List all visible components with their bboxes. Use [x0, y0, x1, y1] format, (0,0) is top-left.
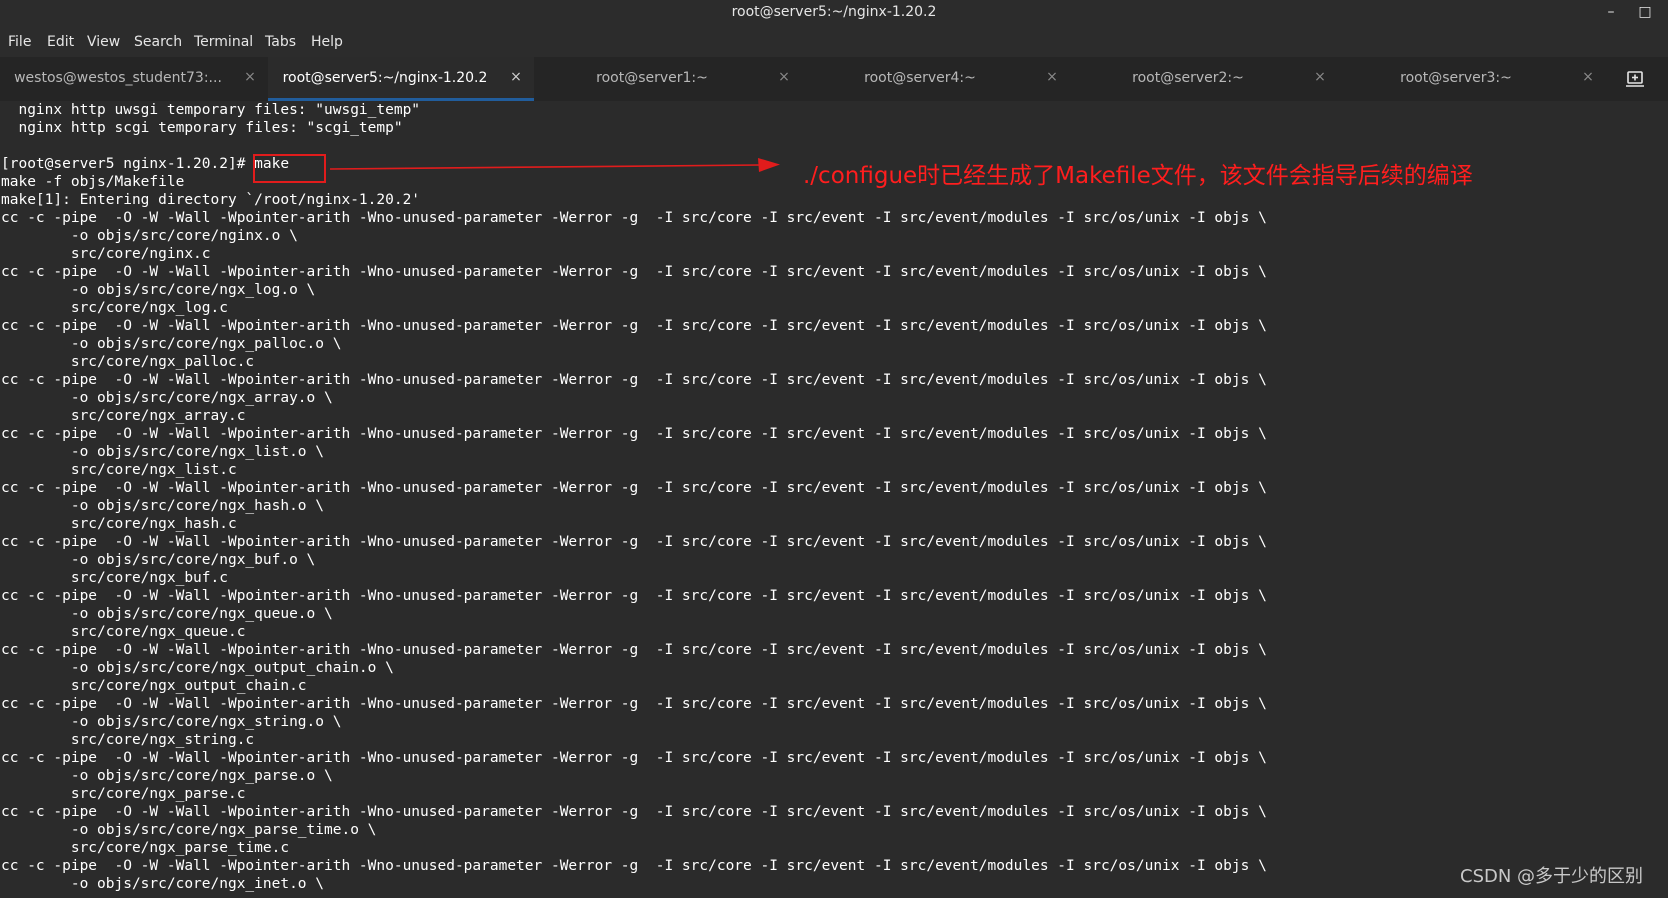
- menu-file[interactable]: File: [8, 34, 31, 50]
- tab-label: root@server1:~: [596, 70, 708, 86]
- terminal-line: cc -c -pipe -O -W -Wall -Wpointer-arith …: [1, 426, 1267, 442]
- tab-server2[interactable]: root@server2:~ ×: [1070, 57, 1338, 101]
- close-icon[interactable]: ×: [242, 69, 258, 85]
- terminal-line: cc -c -pipe -O -W -Wall -Wpointer-arith …: [1, 642, 1267, 658]
- terminal-line: src/core/ngx_buf.c: [1, 570, 228, 586]
- terminal-line: cc -c -pipe -O -W -Wall -Wpointer-arith …: [1, 318, 1267, 334]
- terminal-line: src/core/ngx_parse.c: [1, 786, 246, 802]
- terminal-line: -o objs/src/core/ngx_log.o \: [1, 282, 316, 298]
- terminal-line: cc -c -pipe -O -W -Wall -Wpointer-arith …: [1, 588, 1267, 604]
- terminal-line: src/core/ngx_string.c: [1, 732, 255, 748]
- minimize-button[interactable]: –: [1596, 0, 1626, 25]
- terminal-line: cc -c -pipe -O -W -Wall -Wpointer-arith …: [1, 480, 1267, 496]
- menu-terminal[interactable]: Terminal: [194, 34, 253, 50]
- menu-search[interactable]: Search: [134, 34, 182, 50]
- tab-bar: westos@westos_student73:... × root@serve…: [0, 57, 1668, 102]
- command-highlight-box: [253, 154, 326, 183]
- terminal-line: src/core/ngx_palloc.c: [1, 354, 255, 370]
- terminal-line: cc -c -pipe -O -W -Wall -Wpointer-arith …: [1, 210, 1267, 226]
- tab-label: root@server3:~: [1400, 70, 1512, 86]
- terminal-line: src/core/ngx_parse_time.c: [1, 840, 290, 856]
- terminal-line: src/core/ngx_hash.c: [1, 516, 237, 532]
- terminal-line: src/core/ngx_list.c: [1, 462, 237, 478]
- terminal-line: -o objs/src/core/ngx_hash.o \: [1, 498, 325, 514]
- menu-edit[interactable]: Edit: [47, 34, 74, 50]
- menu-tabs[interactable]: Tabs: [265, 34, 296, 50]
- annotation-arrow-icon: [330, 158, 780, 172]
- tab-label: westos@westos_student73:...: [14, 70, 222, 86]
- tab-server5[interactable]: root@server5:~/nginx-1.20.2 ×: [268, 57, 534, 101]
- terminal-line: -o objs/src/core/ngx_parse.o \: [1, 768, 333, 784]
- terminal-line: cc -c -pipe -O -W -Wall -Wpointer-arith …: [1, 264, 1267, 280]
- terminal-line: -o objs/src/core/ngx_string.o \: [1, 714, 342, 730]
- terminal-output: nginx http uwsgi temporary files: "uwsgi…: [1, 101, 1267, 893]
- menu-help[interactable]: Help: [311, 34, 343, 50]
- tab-westos[interactable]: westos@westos_student73:... ×: [0, 57, 268, 101]
- terminal-line: nginx http scgi temporary files: "scgi_t…: [1, 120, 403, 136]
- tab-server1[interactable]: root@server1:~ ×: [534, 57, 802, 101]
- close-icon[interactable]: ×: [1312, 69, 1328, 85]
- terminal-line: src/core/ngx_queue.c: [1, 624, 246, 640]
- terminal-line: -o objs/src/core/ngx_list.o \: [1, 444, 325, 460]
- menu-bar: File Edit View Search Terminal Tabs Help: [0, 25, 1668, 57]
- terminal-line: -o objs/src/core/ngx_array.o \: [1, 390, 333, 406]
- tab-server4[interactable]: root@server4:~ ×: [802, 57, 1070, 101]
- terminal-line: -o objs/src/core/ngx_buf.o \: [1, 552, 316, 568]
- terminal-line: make[1]: Entering directory `/root/nginx…: [1, 192, 421, 208]
- close-icon[interactable]: ×: [776, 69, 792, 85]
- maximize-button[interactable]: □: [1630, 0, 1660, 25]
- title-bar: root@server5:~/nginx-1.20.2 – □: [0, 0, 1668, 25]
- terminal-line: src/core/nginx.c: [1, 246, 211, 262]
- tab-label: root@server4:~: [864, 70, 976, 86]
- terminal-line: cc -c -pipe -O -W -Wall -Wpointer-arith …: [1, 696, 1267, 712]
- terminal-line: cc -c -pipe -O -W -Wall -Wpointer-arith …: [1, 750, 1267, 766]
- terminal-line: cc -c -pipe -O -W -Wall -Wpointer-arith …: [1, 534, 1267, 550]
- terminal-line: src/core/ngx_log.c: [1, 300, 228, 316]
- new-tab-icon[interactable]: [1620, 69, 1650, 89]
- terminal-line: cc -c -pipe -O -W -Wall -Wpointer-arith …: [1, 804, 1267, 820]
- terminal-line: -o objs/src/core/nginx.o \: [1, 228, 298, 244]
- close-icon[interactable]: ×: [1044, 69, 1060, 85]
- terminal-line: -o objs/src/core/ngx_inet.o \: [1, 876, 325, 892]
- window-title: root@server5:~/nginx-1.20.2: [731, 4, 937, 20]
- terminal-area[interactable]: nginx http uwsgi temporary files: "uwsgi…: [0, 101, 1668, 898]
- tab-server3[interactable]: root@server3:~ ×: [1338, 57, 1606, 101]
- tab-label: root@server5:~/nginx-1.20.2: [282, 70, 488, 86]
- close-icon[interactable]: ×: [1580, 69, 1596, 85]
- terminal-line: cc -c -pipe -O -W -Wall -Wpointer-arith …: [1, 858, 1267, 874]
- close-icon[interactable]: ×: [508, 69, 524, 85]
- annotation-text: ./configue时已经生成了Makefile文件，该文件会指导后续的编译: [803, 163, 1473, 189]
- terminal-line: -o objs/src/core/ngx_queue.o \: [1, 606, 333, 622]
- terminal-line: src/core/ngx_output_chain.c: [1, 678, 307, 694]
- terminal-line: nginx http uwsgi temporary files: "uwsgi…: [1, 102, 421, 118]
- watermark: CSDN @多于少的区别: [1460, 866, 1644, 887]
- terminal-line: -o objs/src/core/ngx_palloc.o \: [1, 336, 342, 352]
- tab-label: root@server2:~: [1132, 70, 1244, 86]
- terminal-line: -o objs/src/core/ngx_parse_time.o \: [1, 822, 377, 838]
- terminal-line: -o objs/src/core/ngx_output_chain.o \: [1, 660, 394, 676]
- menu-view[interactable]: View: [87, 34, 120, 50]
- terminal-line: src/core/ngx_array.c: [1, 408, 246, 424]
- terminal-line: cc -c -pipe -O -W -Wall -Wpointer-arith …: [1, 372, 1267, 388]
